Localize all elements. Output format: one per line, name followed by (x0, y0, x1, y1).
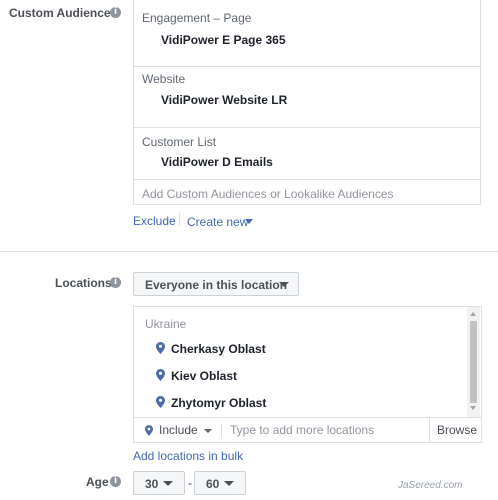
age-max-value: 60 (206, 477, 220, 491)
browse-button[interactable]: Browse (437, 423, 477, 437)
location-country: Ukraine (145, 317, 187, 331)
age-label: Age (86, 475, 109, 489)
audience-item[interactable]: VidiPower D Emails (161, 155, 273, 169)
location-pin-icon (156, 396, 165, 408)
age-min-value: 30 (145, 477, 159, 491)
location-item[interactable]: Cherkasy Oblast (171, 342, 266, 356)
location-type-value: Everyone in this location (145, 278, 288, 292)
audience-item[interactable]: VidiPower Website LR (161, 93, 287, 107)
custom-audience-search-input[interactable]: Add Custom Audiences or Lookalike Audien… (142, 187, 394, 201)
chevron-down-icon (245, 219, 253, 224)
info-icon[interactable]: i (110, 277, 121, 288)
audience-section-title: Customer List (142, 135, 217, 149)
section-divider (0, 251, 498, 252)
location-search-row: Include Type to add more locations Brows… (134, 417, 481, 443)
link-separator (179, 213, 180, 226)
age-max-dropdown[interactable]: 60 (194, 471, 246, 495)
location-item[interactable]: Zhytomyr Oblast (171, 396, 266, 410)
browse-divider (429, 418, 430, 443)
include-dropdown[interactable]: Include (159, 423, 198, 437)
add-locations-bulk-link[interactable]: Add locations in bulk (133, 449, 243, 463)
location-item[interactable]: Kiev Oblast (171, 369, 237, 383)
include-divider (221, 423, 222, 438)
audience-section: Website VidiPower Website LR (134, 66, 480, 128)
audience-section: Customer List VidiPower D Emails (134, 127, 480, 180)
create-new-link[interactable]: Create new (187, 215, 248, 229)
info-icon[interactable]: i (110, 7, 121, 18)
locations-label: Locations (55, 276, 112, 290)
audience-section-title: Engagement – Page (142, 11, 252, 25)
chevron-down-icon (204, 429, 212, 433)
age-separator: - (188, 476, 192, 490)
age-min-dropdown[interactable]: 30 (133, 471, 185, 495)
watermark: JaSereed.com (398, 480, 463, 491)
locations-scrollbar[interactable] (467, 307, 480, 417)
location-type-dropdown[interactable]: Everyone in this location (133, 272, 299, 296)
audience-section: Engagement – Page VidiPower E Page 365 (134, 0, 480, 67)
chevron-down-icon (279, 282, 289, 287)
custom-audiences-box: Engagement – Page VidiPower E Page 365 W… (133, 0, 481, 205)
location-pin-icon (145, 425, 153, 436)
audience-item[interactable]: VidiPower E Page 365 (161, 33, 286, 47)
location-pin-icon (156, 342, 165, 354)
audience-section-title: Website (142, 72, 186, 86)
location-search-input[interactable]: Type to add more locations (230, 423, 374, 437)
scrollbar-thumb[interactable] (470, 321, 477, 403)
exclude-link[interactable]: Exclude (133, 214, 176, 228)
scroll-down-icon[interactable] (470, 406, 476, 410)
location-pin-icon (156, 369, 165, 381)
chevron-down-icon (163, 481, 173, 486)
locations-box: Ukraine Cherkasy Oblast Kiev Oblast Zhyt… (133, 306, 482, 443)
info-icon[interactable]: i (110, 476, 121, 487)
custom-audiences-label: Custom Audiences (9, 6, 118, 20)
scroll-up-icon[interactable] (470, 312, 476, 316)
chevron-down-icon (224, 481, 234, 486)
